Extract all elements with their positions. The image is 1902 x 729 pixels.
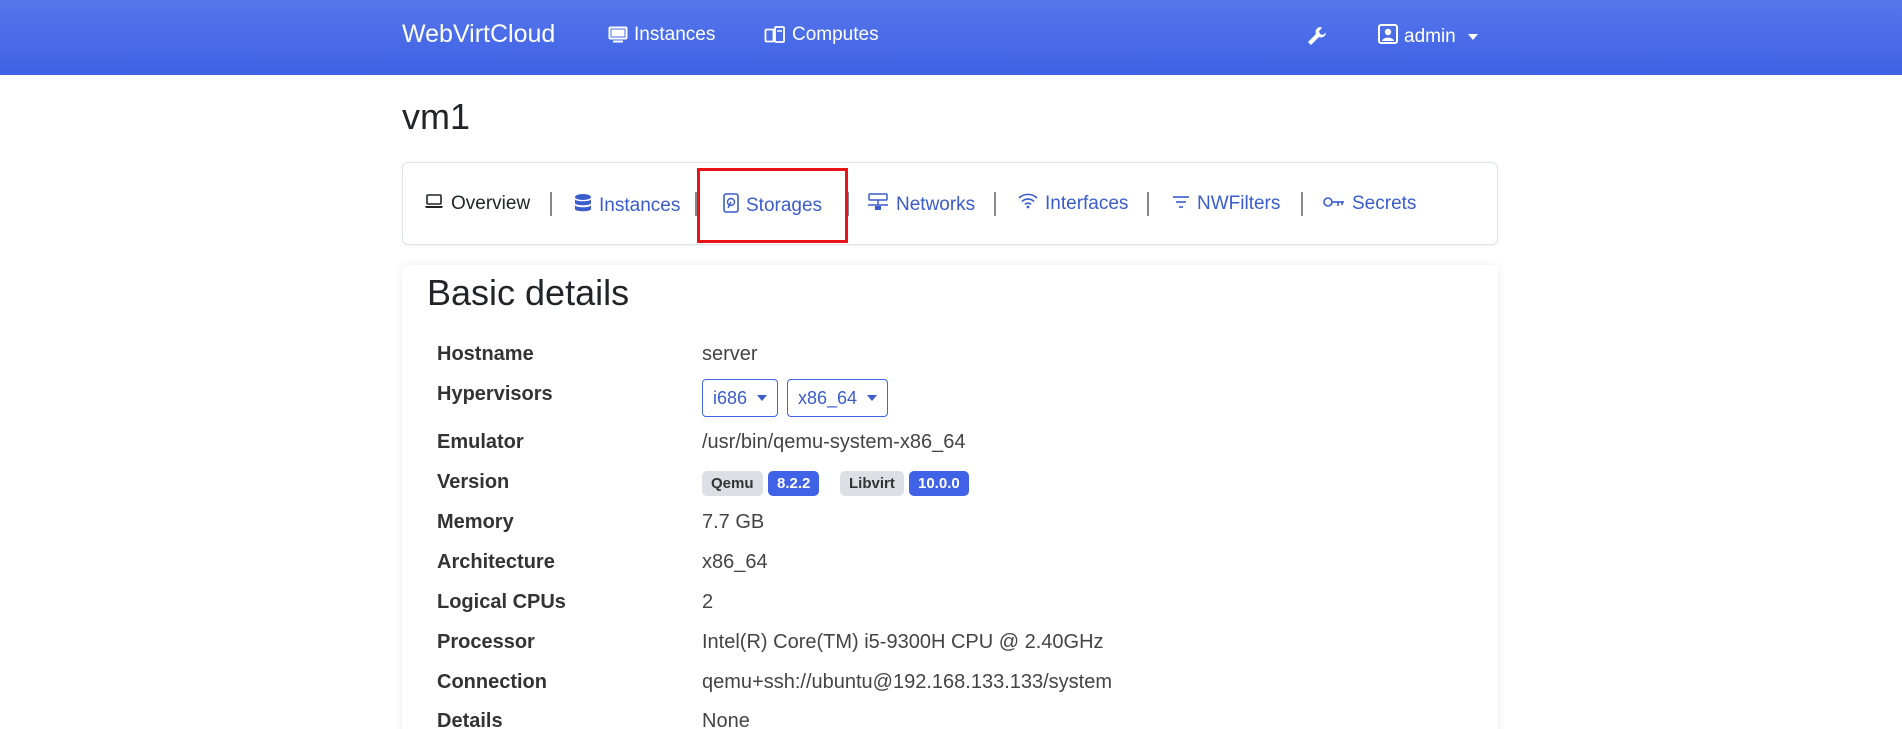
hypervisor-dropdown-label: i686 (713, 387, 748, 408)
hypervisor-dropdown-i686[interactable]: i686 (702, 379, 779, 417)
nav-instances-label: Instances (634, 24, 716, 45)
tab-divider (695, 192, 697, 216)
key-icon (1323, 193, 1345, 215)
tab-divider (1301, 192, 1303, 216)
tab-networks-label: Networks (896, 194, 976, 215)
libvirt-version-badge: 10.0.0 (909, 471, 969, 496)
nav-instances-link[interactable]: Instances (608, 24, 715, 46)
host-tab-nav: Overview Instances Storages Networks Int… (402, 162, 1498, 245)
monitor-icon (608, 26, 628, 44)
chevron-down-icon (757, 395, 768, 401)
memory-value: 7.7 GB (702, 511, 765, 533)
laptop-icon (424, 193, 444, 215)
connection-value: qemu+ssh://ubuntu@192.168.133.133/system (702, 671, 1113, 693)
page-title: vm1 (402, 96, 471, 137)
tab-instances-label: Instances (599, 195, 681, 216)
tab-divider (994, 192, 996, 216)
top-navbar: WebVirtCloud Instances Computes admin (0, 0, 1902, 75)
tab-divider (1147, 192, 1149, 216)
tab-divider (847, 192, 849, 216)
database-icon (574, 193, 592, 219)
tab-storages[interactable]: Storages (723, 193, 822, 219)
hypervisors-label: Hypervisors (437, 383, 553, 405)
tab-overview[interactable]: Overview (424, 193, 530, 215)
hypervisor-dropdown-x86-64[interactable]: x86_64 (787, 379, 889, 417)
nav-computes-label: Computes (792, 24, 879, 45)
hypervisor-dropdown-label: x86_64 (798, 387, 858, 408)
connection-label: Connection (437, 671, 547, 693)
emulator-value: /usr/bin/qemu-system-x86_64 (702, 431, 966, 453)
hdd-icon (723, 193, 739, 219)
memory-label: Memory (437, 511, 514, 533)
processor-label: Processor (437, 631, 535, 653)
architecture-label: Architecture (437, 551, 555, 573)
tab-networks[interactable]: Networks (867, 193, 975, 217)
tab-interfaces[interactable]: Interfaces (1018, 193, 1128, 215)
details-label: Details (437, 710, 503, 729)
brand-logo[interactable]: WebVirtCloud (402, 20, 555, 49)
network-icon (867, 193, 889, 217)
chevron-down-icon (1467, 34, 1478, 40)
tab-nwfilters-label: NWFilters (1197, 193, 1281, 214)
nav-computes-link[interactable]: Computes (764, 24, 879, 46)
tab-storages-label: Storages (746, 195, 823, 216)
qemu-version-badge: 8.2.2 (768, 471, 820, 496)
hostname-value: server (702, 343, 758, 365)
logical-cpus-label: Logical CPUs (437, 591, 566, 613)
processor-value: Intel(R) Core(TM) i5-9300H CPU @ 2.40GHz (702, 631, 1104, 653)
filter-icon (1172, 193, 1190, 215)
tab-nwfilters[interactable]: NWFilters (1172, 193, 1280, 215)
logical-cpus-value: 2 (702, 591, 714, 613)
wrench-icon[interactable] (1306, 25, 1328, 52)
details-value: None (702, 710, 750, 729)
tab-overview-label: Overview (451, 193, 531, 214)
qemu-badge: Qemu (702, 471, 763, 496)
tab-secrets-label: Secrets (1352, 193, 1417, 214)
computes-icon (764, 26, 786, 44)
user-menu[interactable]: admin (1378, 24, 1478, 50)
tab-instances[interactable]: Instances (574, 193, 680, 219)
wifi-icon (1018, 193, 1038, 215)
basic-details-card (402, 265, 1498, 729)
emulator-label: Emulator (437, 431, 524, 453)
tab-secrets[interactable]: Secrets (1323, 193, 1416, 215)
architecture-value: x86_64 (702, 551, 768, 573)
chevron-down-icon (867, 395, 878, 401)
tab-divider (550, 192, 552, 216)
version-label: Version (437, 471, 510, 493)
basic-details-title: Basic details (427, 272, 630, 313)
tab-interfaces-label: Interfaces (1045, 193, 1129, 214)
hostname-label: Hostname (437, 343, 534, 365)
libvirt-badge: Libvirt (840, 471, 904, 496)
user-label: admin (1404, 26, 1456, 47)
user-icon (1378, 24, 1398, 50)
